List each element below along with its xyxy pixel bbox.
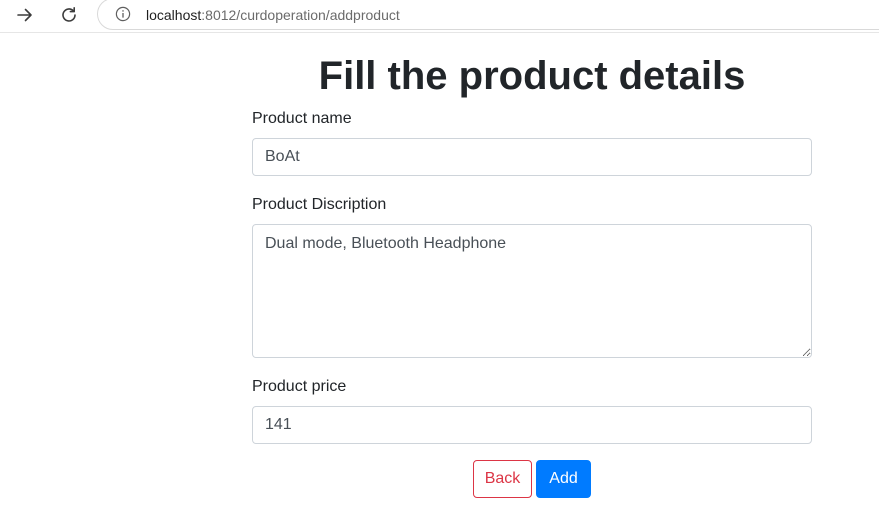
product-price-input[interactable] (252, 406, 812, 444)
page-title: Fill the product details (318, 54, 746, 98)
info-icon[interactable] (114, 5, 132, 23)
url-path: :8012/curdoperation/addproduct (201, 7, 400, 23)
url-text[interactable]: localhost:8012/curdoperation/addproduct (146, 7, 400, 23)
browser-toolbar: localhost:8012/curdoperation/addproduct (0, 0, 879, 33)
product-description-label: Product Discription (252, 196, 387, 213)
url-host: localhost (146, 7, 202, 23)
product-name-input[interactable] (252, 138, 812, 176)
forward-arrow-icon (17, 8, 32, 22)
reload-icon (62, 7, 76, 22)
product-price-label: Product price (252, 378, 347, 395)
reload-button[interactable] (51, 0, 87, 30)
add-button[interactable]: Add (536, 460, 591, 498)
product-description-textarea[interactable]: Dual mode, Bluetooth Headphone (252, 224, 812, 358)
back-button[interactable]: Back (473, 460, 532, 498)
forward-button[interactable] (7, 0, 43, 30)
address-bar[interactable]: localhost:8012/curdoperation/addproduct (97, 0, 879, 30)
product-name-label: Product name (252, 110, 352, 127)
